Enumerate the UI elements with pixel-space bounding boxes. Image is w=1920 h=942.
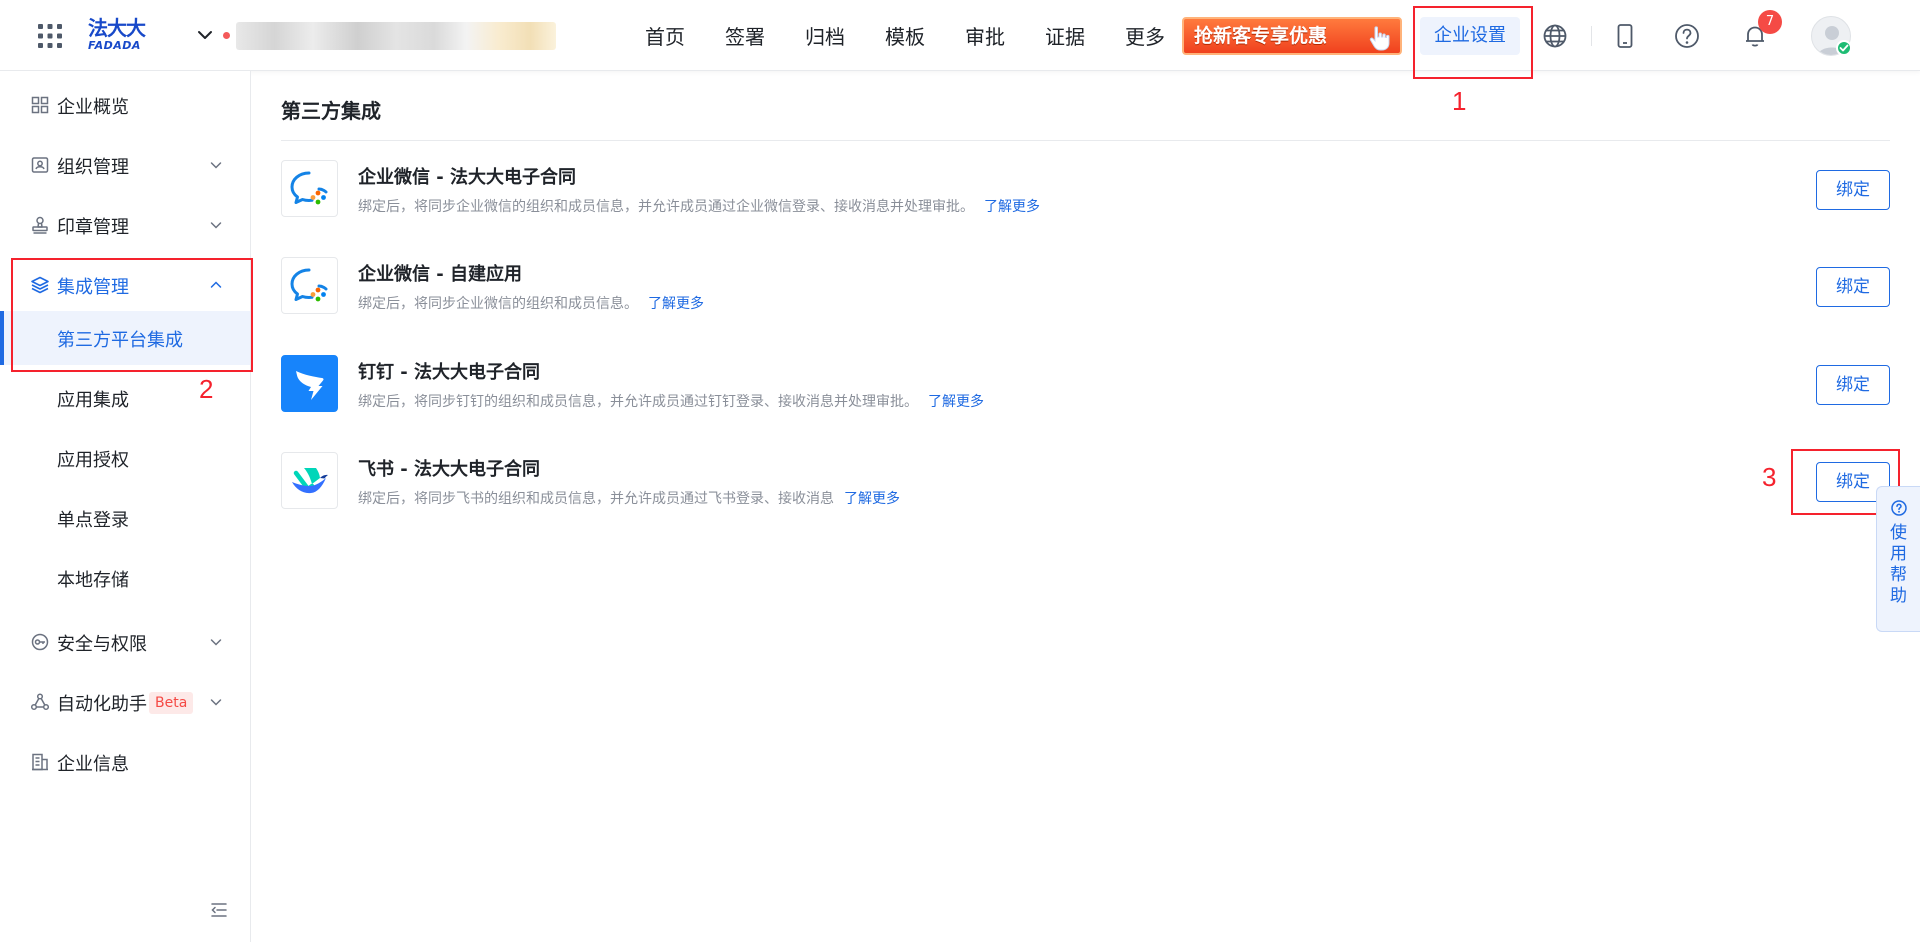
integration-description: 绑定后，将同步飞书的组织和成员信息，并允许成员通过飞书登录、接收消息 了解更多 <box>358 488 900 508</box>
building-icon <box>30 752 50 772</box>
help-question-icon[interactable] <box>1673 22 1701 50</box>
top-bar: 法大大 FADADA 首页 签署 归档 模板 审批 证据 更多 抢新客专享优惠 … <box>0 0 1920 71</box>
integration-row-wecom-custom: 企业微信 - 自建应用 绑定后，将同步企业微信的组织和成员信息。 了解更多 绑定 <box>281 257 1890 315</box>
nav-archive[interactable]: 归档 <box>805 21 845 50</box>
fadada-logo[interactable]: 法大大 FADADA <box>88 17 152 53</box>
toolbar-divider <box>1591 26 1592 46</box>
promo-label: 抢新客专享优惠 <box>1194 25 1328 47</box>
collapse-sidebar-icon[interactable] <box>209 900 229 920</box>
sidebar-item-label: 组织管理 <box>57 157 129 178</box>
wecom-logo-icon <box>281 257 338 314</box>
sidebar-sub-local-storage[interactable]: 本地存储 <box>0 551 250 605</box>
sidebar-item-security[interactable]: 安全与权限 <box>0 620 250 664</box>
integration-name: 企业微信 - 自建应用 <box>358 264 523 285</box>
globe-icon[interactable] <box>1541 22 1569 50</box>
sidebar-sub-sso[interactable]: 单点登录 <box>0 491 250 545</box>
nav-template[interactable]: 模板 <box>885 21 925 50</box>
sidebar-sub-app-authorization[interactable]: 应用授权 <box>0 431 250 485</box>
integration-desc-text: 绑定后，将同步企业微信的组织和成员信息。 <box>358 296 638 312</box>
integration-description: 绑定后，将同步钉钉的组织和成员信息，并允许成员通过钉钉登录、接收消息并处理审批。… <box>358 391 984 411</box>
nodes-icon <box>30 692 50 712</box>
nav-approval[interactable]: 审批 <box>965 21 1005 50</box>
learn-more-link[interactable]: 了解更多 <box>844 491 900 507</box>
integration-row-dingtalk: 钉钉 - 法大大电子合同 绑定后，将同步钉钉的组织和成员信息，并允许成员通过钉钉… <box>281 355 1890 413</box>
logo-en-text: FADADA <box>88 39 141 52</box>
key-icon <box>30 632 50 652</box>
org-status-dot <box>223 32 230 39</box>
integration-description: 绑定后，将同步企业微信的组织和成员信息。 了解更多 <box>358 293 704 313</box>
sidebar-sub-label: 单点登录 <box>57 510 129 531</box>
help-circle-icon <box>1890 499 1908 517</box>
sidebar-item-seal[interactable]: 印章管理 <box>0 203 250 247</box>
bind-button[interactable]: 绑定 <box>1816 170 1890 210</box>
sidebar-item-label: 印章管理 <box>57 217 129 238</box>
annotation-box-1 <box>1413 6 1533 79</box>
annotation-number-3: 3 <box>1762 462 1777 492</box>
integration-name: 钉钉 - 法大大电子合同 <box>358 362 541 383</box>
bind-button[interactable]: 绑定 <box>1816 365 1890 405</box>
nav-sign[interactable]: 签署 <box>725 21 765 50</box>
help-side-tab[interactable]: 使用帮助 <box>1876 486 1920 632</box>
verified-check-icon <box>1836 40 1852 56</box>
sidebar-item-label: 企业信息 <box>57 754 129 775</box>
integration-desc-text: 绑定后，将同步企业微信的组织和成员信息，并允许成员通过企业微信登录、接收消息并处… <box>358 199 974 215</box>
seal-stamp-icon <box>30 215 50 235</box>
sidebar-item-company-info[interactable]: 企业信息 <box>0 740 250 784</box>
page-title: 第三方集成 <box>281 99 381 123</box>
integration-desc-text: 绑定后，将同步飞书的组织和成员信息，并允许成员通过飞书登录、接收消息 <box>358 491 834 507</box>
wecom-logo-icon <box>281 160 338 217</box>
integration-name: 企业微信 - 法大大电子合同 <box>358 167 577 188</box>
integration-description: 绑定后，将同步企业微信的组织和成员信息，并允许成员通过企业微信登录、接收消息并处… <box>358 196 1040 216</box>
mobile-icon[interactable] <box>1611 22 1639 50</box>
pointer-hand-icon <box>1366 24 1394 52</box>
nav-evidence[interactable]: 证据 <box>1045 21 1085 50</box>
notification-badge: 7 <box>1758 10 1782 34</box>
chevron-down-icon <box>208 217 224 233</box>
feishu-logo-icon <box>281 452 338 509</box>
integration-desc-text: 绑定后，将同步钉钉的组织和成员信息，并允许成员通过钉钉登录、接收消息并处理审批。 <box>358 394 918 410</box>
help-tab-label: 使用帮助 <box>1890 523 1907 606</box>
learn-more-link[interactable]: 了解更多 <box>648 296 704 312</box>
logo-cn-text: 法大大 <box>88 16 146 40</box>
integration-name: 飞书 - 法大大电子合同 <box>358 459 541 480</box>
annotation-number-1: 1 <box>1452 86 1467 116</box>
learn-more-link[interactable]: 了解更多 <box>984 199 1040 215</box>
annotation-box-2 <box>11 258 253 372</box>
dashboard-grid-icon <box>30 95 50 115</box>
sidebar-item-label: 安全与权限 <box>57 634 147 655</box>
dingtalk-logo-icon <box>281 355 338 412</box>
bind-button[interactable]: 绑定 <box>1816 267 1890 307</box>
sidebar-sub-label: 本地存储 <box>57 570 129 591</box>
chevron-down-icon <box>208 634 224 650</box>
app-page: 法大大 FADADA 首页 签署 归档 模板 审批 证据 更多 抢新客专享优惠 … <box>0 0 1920 942</box>
sidebar-item-organization[interactable]: 组织管理 <box>0 143 250 187</box>
sidebar-sub-label: 应用授权 <box>57 450 129 471</box>
apps-grid-icon[interactable] <box>37 23 63 49</box>
chevron-down-icon <box>208 694 224 710</box>
chevron-down-icon <box>208 157 224 173</box>
title-divider <box>281 140 1890 141</box>
sidebar-item-automation[interactable]: 自动化助手 Beta <box>0 680 250 724</box>
nav-more[interactable]: 更多 <box>1125 21 1165 50</box>
integration-row-feishu: 飞书 - 法大大电子合同 绑定后，将同步飞书的组织和成员信息，并允许成员通过飞书… <box>281 452 1890 510</box>
beta-badge: Beta <box>149 692 194 714</box>
org-name-blurred[interactable] <box>236 22 556 50</box>
sidebar-sub-label: 应用集成 <box>57 390 129 411</box>
integration-row-wecom-fadada: 企业微信 - 法大大电子合同 绑定后，将同步企业微信的组织和成员信息，并允许成员… <box>281 160 1890 218</box>
org-switch-chevron-icon[interactable] <box>194 24 216 46</box>
annotation-number-2: 2 <box>199 374 214 404</box>
nav-home[interactable]: 首页 <box>645 21 685 50</box>
sidebar-item-overview[interactable]: 企业概览 <box>0 83 250 127</box>
sidebar-item-label: 企业概览 <box>57 97 129 118</box>
promo-banner[interactable]: 抢新客专享优惠 <box>1182 17 1402 55</box>
org-card-icon <box>30 155 50 175</box>
learn-more-link[interactable]: 了解更多 <box>928 394 984 410</box>
sidebar-item-label: 自动化助手 <box>57 694 147 715</box>
sidebar: 企业概览 组织管理 印章管理 集成管理 第三方平台集成 应用集成 应用授权 单点… <box>0 71 251 942</box>
main-nav: 首页 签署 归档 模板 审批 证据 更多 <box>645 0 1205 71</box>
